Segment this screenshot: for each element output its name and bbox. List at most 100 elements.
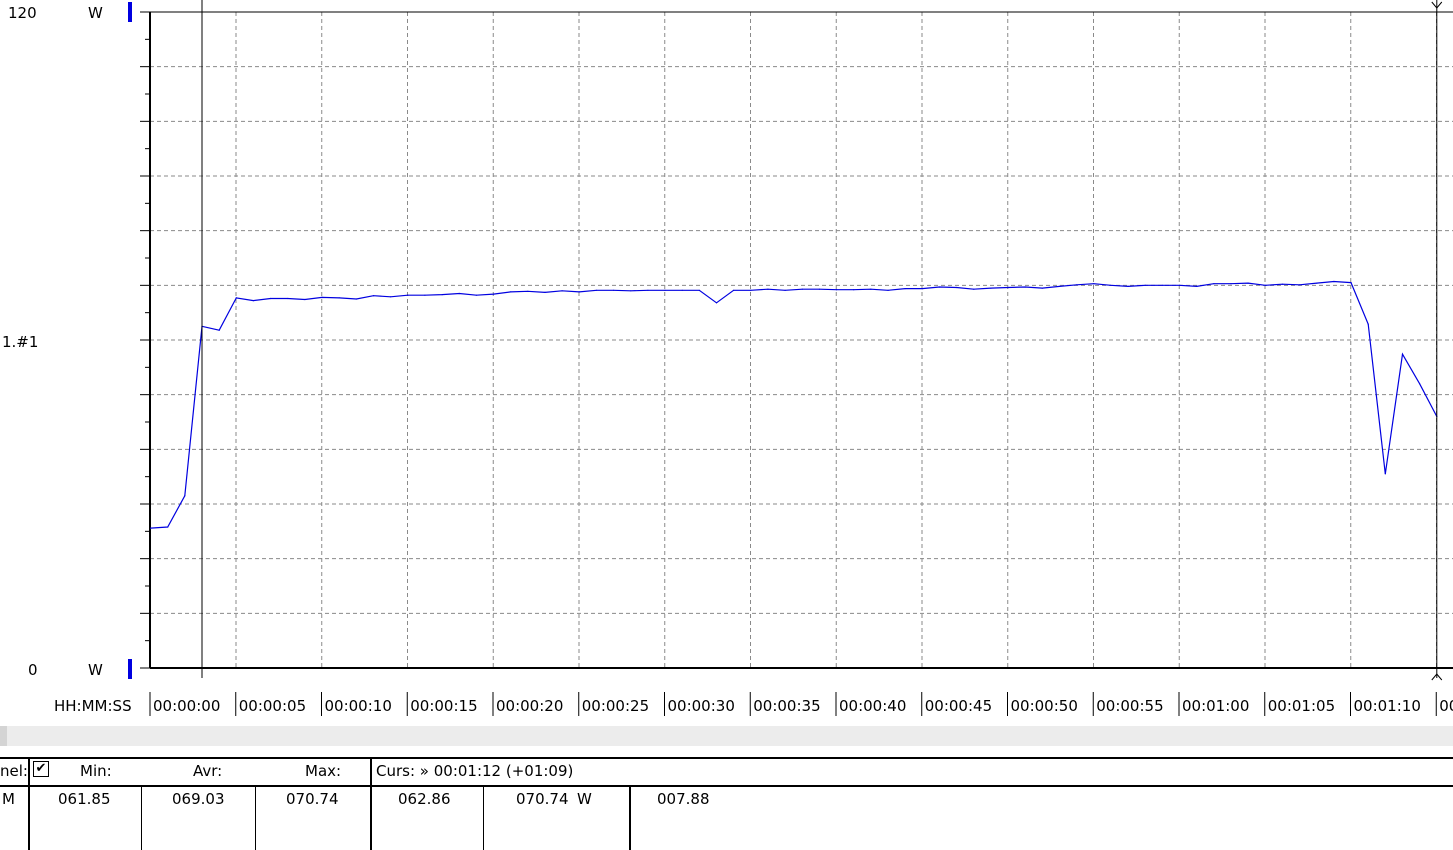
data-point bbox=[1230, 283, 1232, 285]
data-point bbox=[424, 294, 426, 296]
data-point bbox=[1419, 383, 1421, 385]
x-tick-label: 00:00:10 bbox=[325, 697, 392, 715]
data-point bbox=[973, 288, 975, 290]
data-point bbox=[390, 296, 392, 298]
y-top-marker[interactable] bbox=[128, 2, 132, 22]
data-point bbox=[150, 527, 152, 529]
scrollbar-thumb[interactable] bbox=[0, 726, 7, 746]
x-tick-label: 00:00:40 bbox=[839, 697, 906, 715]
col-divider bbox=[255, 787, 256, 850]
y-max-label: 120 bbox=[8, 4, 37, 22]
x-tick-label: 00:01:00 bbox=[1182, 697, 1249, 715]
data-point bbox=[613, 289, 615, 291]
x-tick-label: 00:00:35 bbox=[753, 697, 820, 715]
data-point bbox=[784, 289, 786, 291]
data-point bbox=[407, 294, 409, 296]
data-point bbox=[338, 297, 340, 299]
data-point bbox=[904, 288, 906, 290]
max-header: Max: bbox=[305, 762, 342, 780]
x-tick-label: 00:00:00 bbox=[153, 697, 220, 715]
data-point bbox=[1401, 353, 1404, 355]
data-point bbox=[595, 289, 598, 291]
y-min-label: 0 bbox=[28, 661, 38, 679]
x-tick-label: 00:00:55 bbox=[1096, 697, 1163, 715]
data-point bbox=[818, 288, 821, 290]
col-divider bbox=[629, 787, 631, 850]
cursor-value-2: 070.74 bbox=[516, 790, 569, 808]
data-point bbox=[561, 290, 563, 292]
avr-value: 069.03 bbox=[172, 790, 225, 808]
x-tick-label: 00:00:25 bbox=[582, 697, 649, 715]
data-point bbox=[698, 289, 700, 291]
data-point bbox=[270, 297, 272, 300]
x-tick-label: 00:00:30 bbox=[668, 697, 735, 715]
data-point bbox=[681, 289, 683, 291]
data-point bbox=[252, 300, 254, 302]
x-tick-label: 00:00:05 bbox=[239, 697, 306, 715]
data-point bbox=[510, 291, 512, 293]
data-point bbox=[1299, 284, 1301, 286]
channel-label: nel: bbox=[0, 762, 28, 780]
data-point bbox=[1316, 282, 1318, 284]
y-mid-label: 1.#1 bbox=[2, 333, 38, 351]
data-point bbox=[372, 295, 375, 297]
x-tick-label: 00:00:50 bbox=[1011, 697, 1078, 715]
data-point bbox=[1076, 284, 1078, 286]
chart: 00:00:00 00:00:05 00:00:10 00:00:15 00:00:20… bbox=[2, 0, 1453, 716]
data-point bbox=[1367, 323, 1369, 325]
data-point bbox=[1247, 282, 1249, 284]
max-value: 070.74 bbox=[286, 790, 339, 808]
data-point bbox=[475, 294, 477, 296]
data-point bbox=[887, 289, 889, 291]
data-point bbox=[544, 291, 546, 293]
data-point bbox=[492, 293, 495, 295]
col-divider bbox=[370, 759, 372, 850]
min-value: 061.85 bbox=[58, 790, 111, 808]
x-ticks: 00:00:00 00:00:05 00:00:10 00:00:15 00:00:20… bbox=[149, 692, 1453, 716]
data-point bbox=[715, 302, 718, 304]
series-line bbox=[150, 280, 1438, 529]
data-point bbox=[355, 298, 357, 300]
x-tick-label: 00:00:45 bbox=[925, 697, 992, 715]
data-point bbox=[1007, 286, 1009, 289]
data-point bbox=[1264, 284, 1266, 286]
data-point bbox=[938, 286, 941, 288]
data-point bbox=[853, 289, 855, 291]
data-point bbox=[235, 297, 237, 299]
data-point bbox=[1161, 284, 1163, 286]
data-point bbox=[1178, 284, 1181, 286]
x-format-label: HH:MM:SS bbox=[54, 697, 132, 715]
data-point bbox=[835, 289, 838, 291]
data-point bbox=[218, 329, 220, 331]
data-point bbox=[1144, 284, 1146, 286]
row-name: M bbox=[2, 790, 15, 808]
data-point bbox=[287, 297, 289, 300]
x-tick-label: 00:01:05 bbox=[1268, 697, 1335, 715]
data-point bbox=[1110, 284, 1112, 286]
data-point bbox=[1024, 286, 1026, 288]
x-tick-label: 00:00:15 bbox=[410, 697, 477, 715]
data-point bbox=[1213, 283, 1215, 285]
data-point bbox=[1196, 285, 1198, 287]
y-bottom-marker[interactable] bbox=[128, 659, 132, 679]
col-divider bbox=[141, 787, 142, 850]
channel-checkbox[interactable]: ✔ bbox=[33, 761, 49, 777]
y-unit-bottom: W bbox=[88, 661, 103, 679]
horizontal-scrollbar[interactable] bbox=[0, 726, 1453, 746]
data-point bbox=[1058, 285, 1061, 287]
data-point bbox=[1333, 280, 1335, 283]
data-point bbox=[870, 288, 872, 290]
delta-value: 007.88 bbox=[657, 790, 710, 808]
data-point bbox=[1350, 282, 1352, 284]
data-point bbox=[733, 289, 735, 291]
x-tick-label: 00:01:10 bbox=[1354, 697, 1421, 715]
avr-header: Avr: bbox=[193, 762, 223, 780]
data-point bbox=[647, 289, 649, 291]
data-point bbox=[527, 290, 529, 292]
cursor-value: 062.86 bbox=[398, 790, 451, 808]
data-point bbox=[578, 291, 580, 293]
cursor-header: Curs: » 00:01:12 (+01:09) bbox=[376, 762, 574, 780]
data-point bbox=[167, 526, 169, 528]
cursors[interactable] bbox=[201, 0, 1443, 681]
data-point bbox=[1384, 473, 1386, 475]
